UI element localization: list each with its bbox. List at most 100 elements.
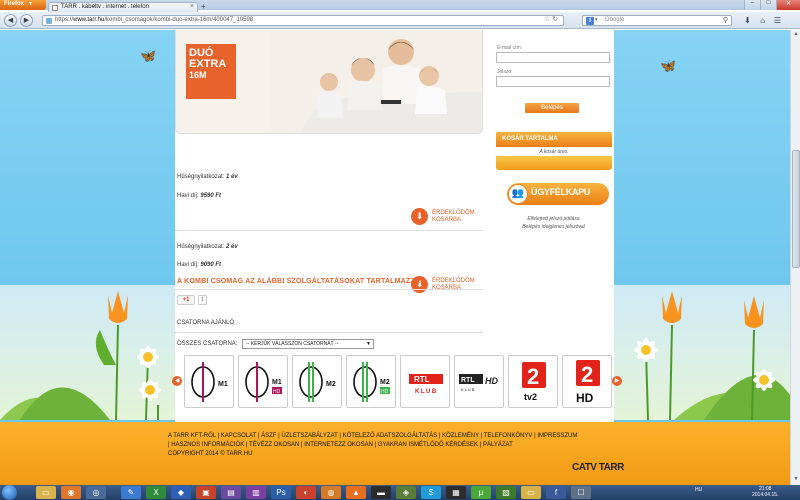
add-to-cart-button[interactable]: ⬇ ÉRDEKLŐDÖM KOSÁRBA (411, 208, 481, 226)
app-icon[interactable]: ▤ (221, 486, 241, 499)
language-indicator[interactable]: HU (695, 487, 702, 493)
app-icon[interactable]: ▣ (196, 486, 216, 499)
channel-card[interactable]: 2 tv2 (508, 355, 558, 408)
excel-icon[interactable]: X (146, 486, 166, 499)
channel-card[interactable]: M2 (292, 355, 342, 408)
new-tab-button[interactable]: + (201, 2, 206, 11)
app-icon[interactable]: ▬ (371, 486, 391, 499)
folder-icon[interactable]: ▭ (521, 486, 541, 499)
page-scrollbar[interactable]: ▲ ▼ (790, 30, 800, 485)
google-plus-button[interactable]: +1 (177, 295, 195, 305)
home-icon[interactable]: ⌂ (757, 15, 768, 26)
login-button[interactable]: Belépés (525, 103, 579, 113)
site-identity-icon[interactable] (46, 18, 52, 24)
password-label: Jelszó: (497, 69, 513, 75)
search-icon[interactable]: ⚲ (723, 16, 728, 24)
start-button[interactable] (2, 485, 17, 500)
chrome-icon[interactable]: ◍ (321, 486, 341, 499)
maximize-button[interactable]: □ (760, 0, 776, 10)
back-button[interactable]: ◀ (4, 14, 17, 27)
email-label: E-mail cím: (497, 45, 522, 51)
add-to-cart-button[interactable]: ⬇ ÉRDEKLŐDÖM KOSÁRBA (411, 276, 481, 294)
channel-card[interactable]: 2 HD (562, 355, 612, 408)
folder-icon[interactable]: ▭ (36, 486, 56, 499)
app-icon[interactable]: ▦ (446, 486, 466, 499)
search-box[interactable]: 8 ▾ Google ⚲ (582, 15, 732, 26)
butterfly-icon: 🦋 (660, 58, 677, 73)
fee-row: Havi díj: 9590 Ft (177, 193, 221, 199)
app-icon[interactable]: ▥ (246, 486, 266, 499)
main-content: DUÓ EXTRA 16M Hűségnyilatkozat: 1 év Hav… (172, 30, 622, 422)
app-icon[interactable]: ◈ (396, 486, 416, 499)
vlc-icon[interactable]: ▲ (346, 486, 366, 499)
channel-logo-m1-hd: M1 HD (245, 362, 282, 402)
add-to-cart-label: ÉRDEKLŐDÖM KOSÁRBA (432, 210, 475, 224)
scroll-up-icon[interactable]: ▲ (792, 31, 800, 39)
cta-line: KOSÁRBA (432, 217, 462, 223)
commitment-value: 1 év (226, 174, 238, 180)
channel-card[interactable]: RTL HD KLUB (454, 355, 504, 408)
firefox-menu-button[interactable]: Firefox ▼ (0, 0, 46, 10)
app-icon[interactable]: ☐ (571, 486, 591, 499)
site-footer: A TARR KFT-RŐL | KAPCSOLAT | ÁSZF | ÜZLE… (0, 422, 790, 485)
forgot-password-link[interactable]: Elfelejtett jelszó pótlása (493, 216, 614, 222)
clock-date: 2014.04.15. (752, 492, 779, 498)
app-icon[interactable]: ▧ (496, 486, 516, 499)
svg-text:2: 2 (581, 362, 593, 387)
customer-portal-button[interactable]: 👥 ÜGYFÉLKAPU (507, 183, 609, 205)
scroll-down-icon[interactable]: ▼ (792, 476, 800, 484)
engine-dropdown-icon[interactable]: ▾ (595, 17, 598, 23)
app-icon[interactable]: ✎ (121, 486, 141, 499)
menu-icon[interactable]: ☰ (772, 15, 783, 26)
password-field[interactable] (496, 76, 610, 87)
app-icon[interactable]: ◆ (171, 486, 191, 499)
tab-favicon-icon (52, 5, 58, 11)
carousel-next-button[interactable]: ▶ (612, 376, 622, 386)
skype-icon[interactable]: S (421, 486, 441, 499)
footer-nav-line[interactable]: A TARR KFT-RŐL | KAPCSOLAT | ÁSZF | ÜZLE… (168, 432, 638, 441)
footer-links: A TARR KFT-RŐL | KAPCSOLAT | ÁSZF | ÜZLE… (168, 432, 638, 459)
facebook-icon[interactable]: f (546, 486, 566, 499)
minimize-button[interactable]: – (744, 0, 760, 10)
commitment-value: 2 év (226, 244, 238, 250)
carousel-prev-button[interactable]: ◀ (172, 376, 182, 386)
reload-icon[interactable]: ↻ (552, 16, 558, 23)
forward-button[interactable]: ▶ (20, 14, 33, 27)
copyright: COPYRIGHT 2014 © TARR.HU (168, 451, 253, 457)
utorrent-icon[interactable]: µ (471, 486, 491, 499)
sidebar: E-mail cím: Jelszó: Belépés KOSÁR TARTAL… (493, 30, 614, 270)
firefox-icon[interactable]: ◉ (61, 486, 81, 499)
photoshop-icon[interactable]: Ps (271, 486, 291, 499)
catv-tarr-logo: CATV TARR (572, 462, 624, 473)
svg-text:RTL: RTL (461, 377, 475, 384)
close-window-button[interactable]: ✕ (776, 0, 800, 10)
email-field[interactable] (496, 52, 610, 63)
google-engine-icon[interactable]: 8 (586, 17, 594, 25)
scrollbar-thumb[interactable] (792, 150, 800, 268)
channel-card[interactable]: M1 HD (238, 355, 288, 408)
app-icon[interactable]: ◎ (86, 486, 106, 499)
download-icon[interactable]: ⬇ (742, 15, 753, 26)
address-bar[interactable]: https://www.tarr.hu/kombi_csomagok/kombi… (42, 15, 564, 26)
firefox-menu-label: Firefox (4, 1, 25, 7)
badge-line: EXTRA (189, 58, 227, 70)
channel-card[interactable]: RTL KLUB (400, 355, 450, 408)
browser-tab[interactable]: TARR . kábeltv . internet . telefon × (48, 2, 198, 12)
cart-title: KOSÁR TARTALMA (496, 132, 612, 147)
svg-text:2: 2 (527, 364, 539, 389)
cta-line: ÉRDEKLŐDÖM (432, 278, 475, 284)
channel-card[interactable]: M2 HD (346, 355, 396, 408)
svg-text:HD: HD (273, 389, 281, 395)
channel-logo-m2: M2 (299, 362, 336, 402)
app-icon[interactable]: ◐ (296, 486, 316, 499)
temporary-password-link[interactable]: Belépés ideiglenes jelszóval (493, 224, 614, 230)
tab-close-icon[interactable]: × (190, 3, 194, 10)
channel-card[interactable]: M1 (184, 355, 234, 408)
system-clock[interactable]: 21:08 2014.04.15. (752, 486, 778, 498)
divider (175, 332, 483, 333)
bookmark-star-icon[interactable]: ☆ (544, 16, 550, 23)
offer-block-1: Hűségnyilatkozat: 1 év Havi díj: 9590 Ft… (175, 134, 483, 231)
footer-nav-line[interactable]: | HASZNOS INFORMÁCIÓK | TÉVÉZZ OKOSAN | … (168, 441, 638, 450)
channel-select[interactable]: -- KÉRJÜK VÁLASSZON CSATORNÁT -- ▼ (242, 339, 374, 349)
svg-text:M2: M2 (326, 381, 336, 388)
